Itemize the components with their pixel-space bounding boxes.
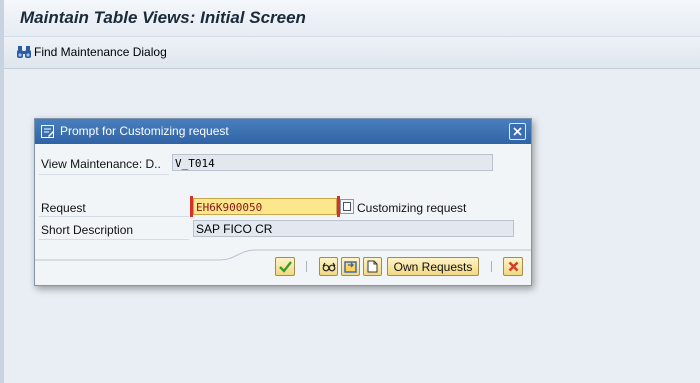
- close-dialog-button[interactable]: [509, 123, 526, 140]
- label-underline: [39, 239, 189, 240]
- page-title: Maintain Table Views: Initial Screen: [20, 8, 306, 27]
- customizing-request-dialog: Prompt for Customizing request View Main…: [34, 118, 532, 286]
- switch-icon: [344, 260, 357, 273]
- request-value-help-button[interactable]: [340, 199, 354, 214]
- own-requests-label: Own Requests: [393, 259, 473, 274]
- short-description-label: Short Description: [41, 223, 134, 237]
- short-description-field[interactable]: SAP FICO CR: [193, 220, 514, 237]
- request-type-text: Customizing request: [357, 201, 467, 215]
- cancel-button[interactable]: [503, 257, 523, 276]
- view-maintenance-label: View Maintenance: D..: [41, 157, 161, 171]
- cancel-x-icon: [508, 261, 518, 272]
- dialog-title: Prompt for Customizing request: [60, 124, 229, 138]
- switch-button[interactable]: [341, 257, 360, 276]
- display-button[interactable]: [319, 257, 338, 276]
- button-separator: [491, 261, 492, 272]
- button-separator: [306, 261, 307, 272]
- application-toolbar: Find Maintenance Dialog: [4, 37, 700, 69]
- checkmark-icon: [278, 260, 292, 273]
- own-requests-button[interactable]: Own Requests: [387, 257, 479, 276]
- request-input[interactable]: EH6K900050: [193, 198, 337, 215]
- glasses-icon: [322, 262, 335, 271]
- request-label: Request: [41, 201, 86, 215]
- title-bar: Maintain Table Views: Initial Screen: [4, 0, 700, 37]
- new-document-icon: [367, 260, 378, 273]
- binoculars-icon: [17, 46, 31, 58]
- prompt-icon: [41, 125, 54, 138]
- label-underline: [39, 216, 189, 217]
- find-maintenance-dialog-label: Find Maintenance Dialog: [34, 45, 167, 59]
- dialog-header: Prompt for Customizing request: [35, 119, 531, 144]
- create-request-button[interactable]: [363, 257, 382, 276]
- label-underline: [39, 174, 169, 175]
- find-maintenance-dialog-button[interactable]: Find Maintenance Dialog: [16, 44, 167, 60]
- close-icon: [513, 127, 522, 136]
- view-maintenance-field: V_T014: [172, 154, 493, 171]
- confirm-button[interactable]: [275, 257, 295, 276]
